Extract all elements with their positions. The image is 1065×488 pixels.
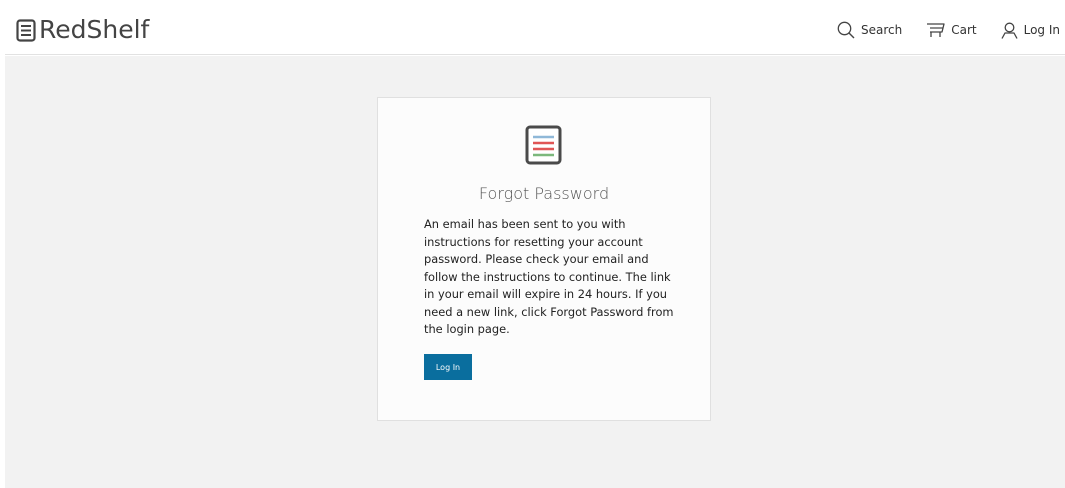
user-icon xyxy=(1001,22,1018,39)
header-nav: Search Cart Log In xyxy=(813,5,1060,55)
search-icon xyxy=(837,21,855,39)
confirmation-message: An email has been sent to you with instr… xyxy=(424,217,674,336)
login-button[interactable]: Log In xyxy=(424,354,472,380)
book-list-icon xyxy=(525,125,562,165)
forgot-password-card: Forgot Password An email has been sent t… xyxy=(377,97,711,421)
main-content: Forgot Password An email has been sent t… xyxy=(5,56,1065,488)
cart-label: Cart xyxy=(951,23,977,37)
logo[interactable]: RedShelf xyxy=(16,14,149,46)
login-link[interactable]: Log In xyxy=(1001,22,1060,39)
page: RedShelf Search Cart Log In Forgot Passw… xyxy=(0,0,1065,488)
site-header: RedShelf Search Cart Log In xyxy=(5,5,1065,55)
card-title: Forgot Password xyxy=(478,184,610,203)
cart-icon xyxy=(926,22,945,38)
login-label: Log In xyxy=(1023,23,1060,37)
search-label: Search xyxy=(860,23,903,37)
cart-link[interactable]: Cart xyxy=(926,22,977,38)
search-link[interactable]: Search xyxy=(837,21,902,39)
redshelf-logo-icon xyxy=(16,18,37,42)
logo-text: RedShelf xyxy=(39,15,150,44)
